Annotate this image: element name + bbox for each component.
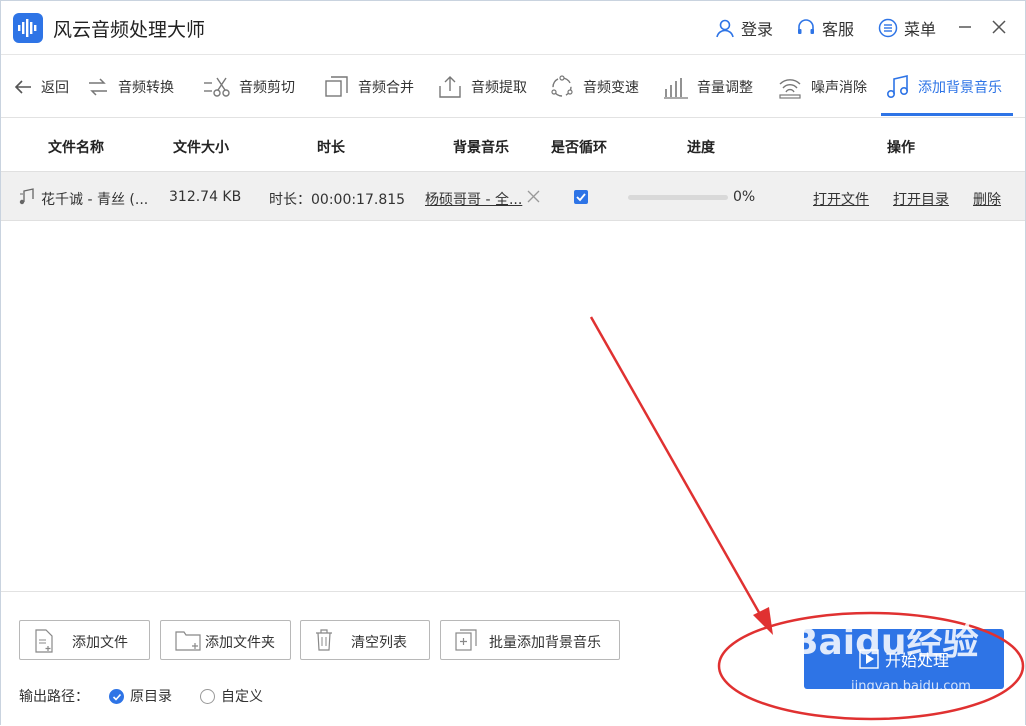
bottom-panel: 添加文件 添加文件夹 清空列表 批量添加背景音乐 输出路径： 原目录 自定义 开… xyxy=(1,591,1025,725)
clear-list-label: 清空列表 xyxy=(351,635,407,651)
noise-icon xyxy=(779,79,801,99)
trash-icon xyxy=(316,629,332,651)
column-header-size: 文件大小 xyxy=(173,140,229,156)
support-button[interactable]: 客服 xyxy=(796,17,854,39)
checkmark-icon xyxy=(576,193,586,202)
column-header-duration: 时长 xyxy=(317,140,345,156)
app-logo-icon xyxy=(13,13,43,43)
tool-audio-merge[interactable]: 音频合并 xyxy=(324,72,414,102)
tool-audio-cut[interactable]: 音频剪切 xyxy=(203,72,295,102)
table-row[interactable]: 花千诚 - 青丝 (... 312.74 KB 时长：00:00:17.815 … xyxy=(1,171,1025,221)
tool-add-bgm[interactable]: 添加背景音乐 xyxy=(886,72,1002,102)
menu-label: 菜单 xyxy=(904,20,937,39)
add-folder-button[interactable]: 添加文件夹 xyxy=(160,620,291,660)
tool-label: 音频合并 xyxy=(358,80,414,96)
app-title: 风云音频处理大师 xyxy=(53,19,206,41)
menu-button[interactable]: 菜单 xyxy=(878,17,936,39)
column-header-progress: 进度 xyxy=(687,140,715,156)
batch-add-icon xyxy=(455,629,477,651)
file-table-header: 文件名称 文件大小 时长 背景音乐 是否循环 进度 操作 xyxy=(1,119,1025,171)
menu-list-icon xyxy=(878,18,898,38)
login-label: 登录 xyxy=(741,20,774,39)
support-label: 客服 xyxy=(822,20,855,39)
speed-icon xyxy=(551,75,573,97)
tool-noise-removal[interactable]: 噪声消除 xyxy=(777,72,867,102)
output-original-dir-radio[interactable]: 原目录 xyxy=(109,686,172,706)
tool-label: 添加背景音乐 xyxy=(918,80,1002,96)
open-file-link[interactable]: 打开文件 xyxy=(813,189,869,209)
tool-label: 噪声消除 xyxy=(811,80,867,96)
volume-bars-icon xyxy=(664,78,688,99)
column-header-bgm: 背景音乐 xyxy=(453,140,509,156)
arrow-left-icon xyxy=(14,80,31,94)
start-processing-label: 开始处理 xyxy=(884,651,949,670)
headset-icon xyxy=(798,19,814,34)
add-folder-label: 添加文件夹 xyxy=(205,635,275,651)
column-header-loop: 是否循环 xyxy=(551,140,607,156)
tool-label: 音频转换 xyxy=(118,80,174,96)
clear-list-button[interactable]: 清空列表 xyxy=(300,620,430,660)
active-tab-indicator xyxy=(881,113,1013,116)
tool-label: 音频变速 xyxy=(583,80,639,96)
extract-icon xyxy=(439,76,461,98)
progress-bar xyxy=(628,195,728,200)
radio-selected-icon xyxy=(109,688,124,704)
file-duration: 时长：00:00:17.815 xyxy=(269,192,406,208)
add-file-icon xyxy=(35,629,53,653)
minimize-icon xyxy=(959,26,971,28)
close-button[interactable] xyxy=(987,15,1011,39)
back-button[interactable]: 返回 xyxy=(13,72,69,102)
annotation-arrow-line xyxy=(589,316,767,624)
minimize-button[interactable] xyxy=(953,15,977,39)
progress-text: 0% xyxy=(733,189,756,205)
start-processing-button[interactable]: 开始处理 xyxy=(804,629,1004,689)
tool-volume-adjust[interactable]: 音量调整 xyxy=(663,72,753,102)
tool-audio-speed[interactable]: 音频变速 xyxy=(549,72,639,102)
tool-audio-extract[interactable]: 音频提取 xyxy=(437,72,527,102)
batch-add-bgm-button[interactable]: 批量添加背景音乐 xyxy=(440,620,620,660)
scissors-icon xyxy=(204,77,230,97)
remove-bgm-icon[interactable] xyxy=(527,190,540,203)
close-icon xyxy=(992,20,1006,34)
open-directory-link[interactable]: 打开目录 xyxy=(893,189,949,209)
tool-label: 音量调整 xyxy=(697,80,753,96)
bgm-file-link[interactable]: 杨硕哥哥 - 全... xyxy=(425,189,522,209)
delete-link[interactable]: 删除 xyxy=(973,189,1001,209)
add-file-label: 添加文件 xyxy=(72,635,128,651)
column-header-name: 文件名称 xyxy=(48,140,104,156)
add-file-button[interactable]: 添加文件 xyxy=(19,620,150,660)
audio-file-icon xyxy=(19,188,34,205)
output-path-label: 输出路径： xyxy=(19,689,89,705)
music-note-icon xyxy=(886,74,909,98)
batch-add-bgm-label: 批量添加背景音乐 xyxy=(489,635,601,651)
add-folder-icon xyxy=(175,631,201,651)
user-icon xyxy=(716,19,734,38)
file-name: 花千诚 - 青丝 (... xyxy=(41,192,149,208)
start-icon xyxy=(859,649,879,669)
login-button[interactable]: 登录 xyxy=(715,17,773,39)
convert-icon xyxy=(89,78,107,96)
output-original-dir-label: 原目录 xyxy=(130,689,172,705)
tool-label: 音频提取 xyxy=(471,80,527,96)
app-window: 风云音频处理大师 登录 客服 菜单 返回 音频转换 音频剪切 音频合并 音频提取… xyxy=(0,0,1026,725)
loop-checkbox[interactable] xyxy=(574,190,588,204)
file-size: 312.74 KB xyxy=(169,189,242,205)
tool-label: 音频剪切 xyxy=(239,80,295,96)
function-toolbar: 返回 音频转换 音频剪切 音频合并 音频提取 音频变速 音量调整 噪声消除 添加… xyxy=(1,56,1025,118)
merge-icon xyxy=(325,76,348,97)
title-bar: 风云音频处理大师 登录 客服 菜单 xyxy=(1,1,1025,55)
radio-unselected-icon xyxy=(200,688,215,704)
back-label: 返回 xyxy=(41,80,69,96)
tool-audio-convert[interactable]: 音频转换 xyxy=(86,72,174,102)
output-custom-dir-label: 自定义 xyxy=(221,689,263,705)
column-header-actions: 操作 xyxy=(887,140,915,156)
output-custom-dir-radio[interactable]: 自定义 xyxy=(200,686,263,706)
